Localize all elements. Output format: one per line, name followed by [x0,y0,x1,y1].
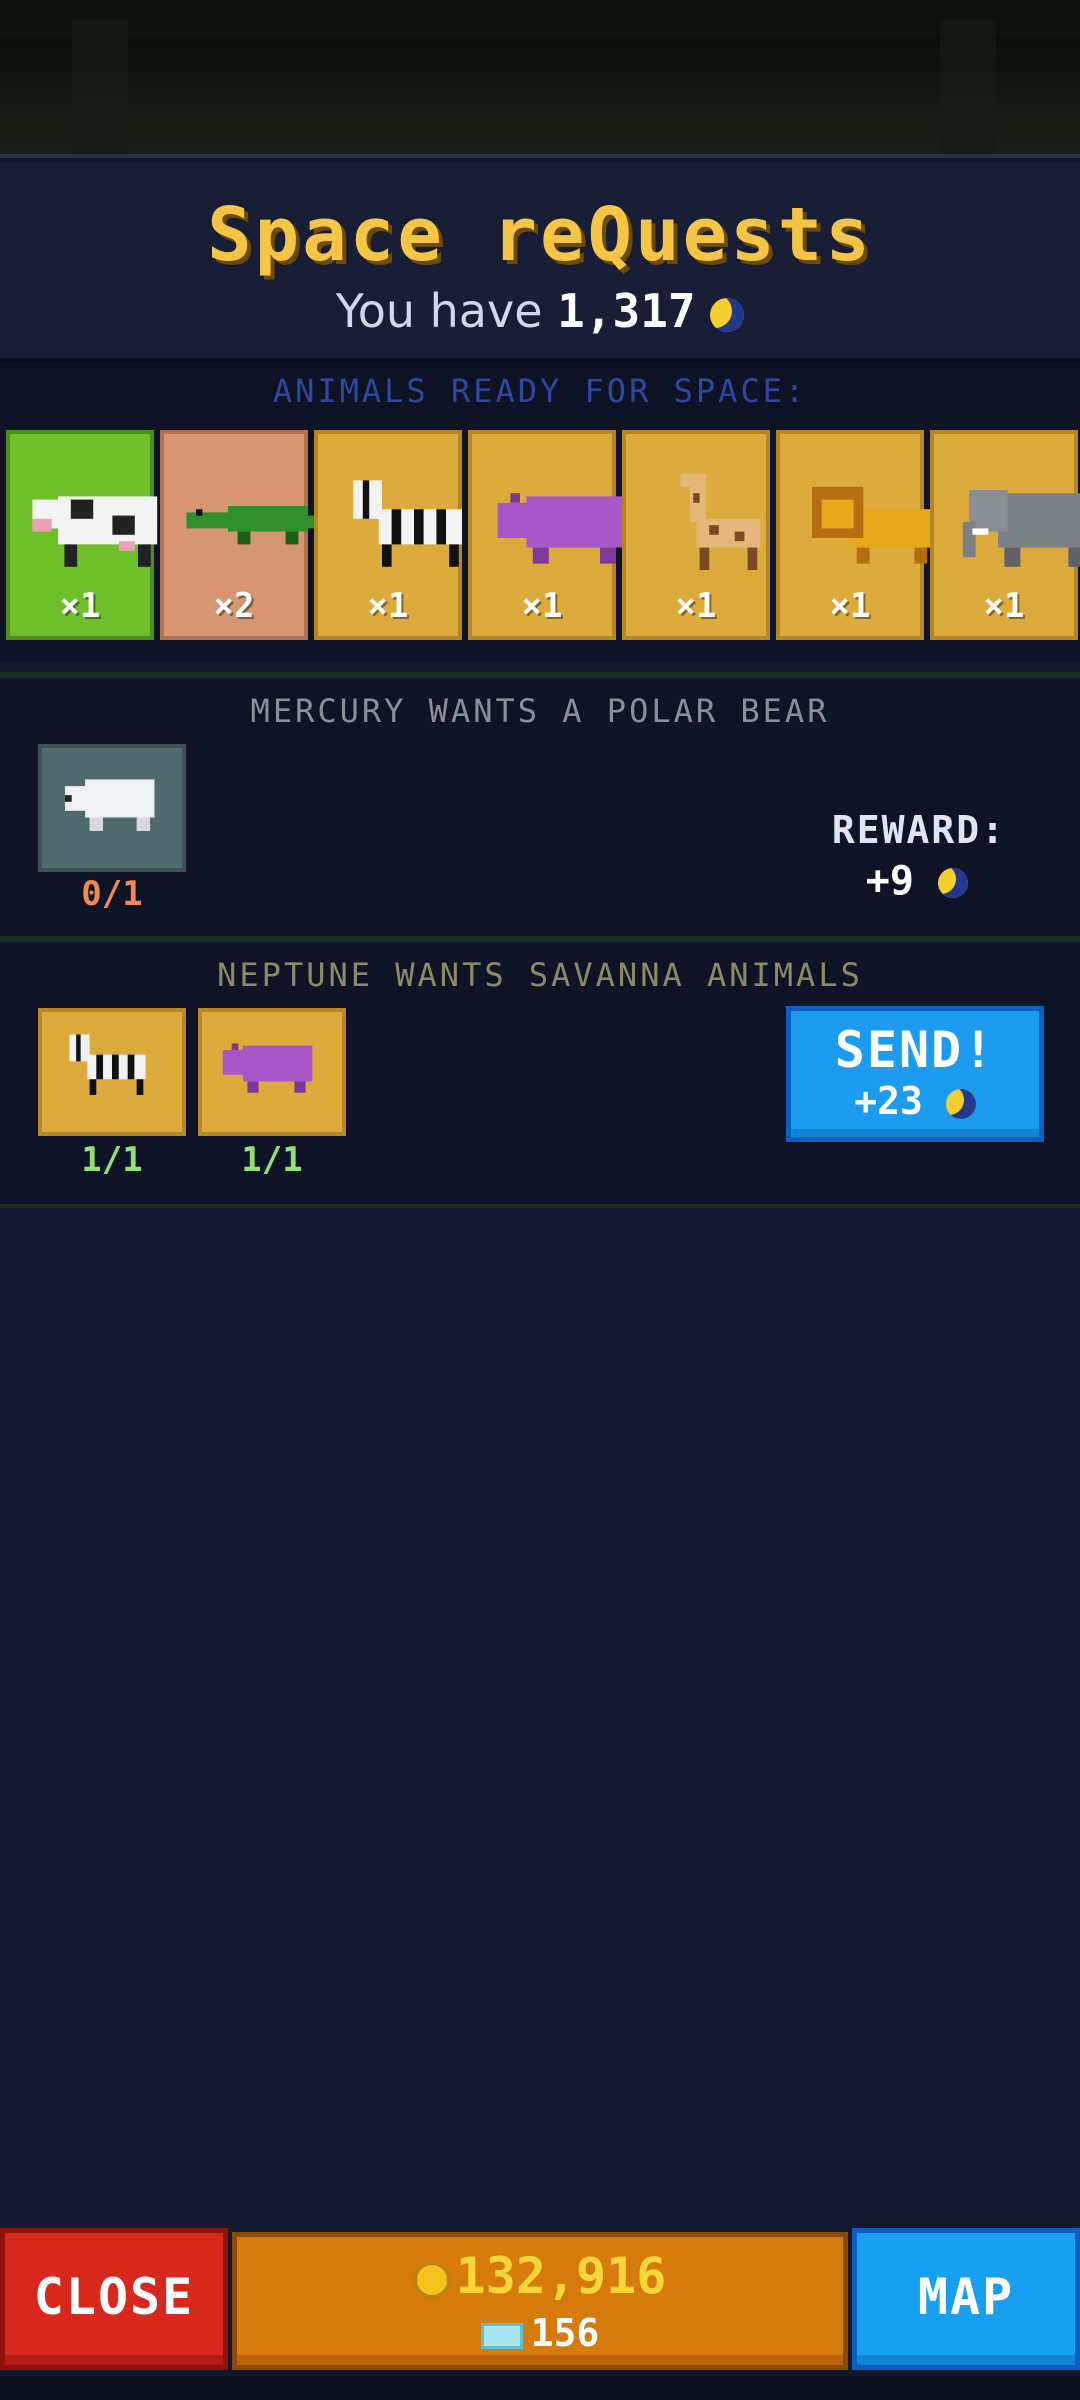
animal-count: ×1 [521,586,563,626]
animal-tile-crocodile[interactable]: ×2 [160,430,334,640]
elephant-icon [962,490,1080,567]
send-reward: +23 [791,1079,1039,1123]
animals-ready-label: ANIMALS READY FOR SPACE: [272,372,808,410]
request-neptune: NEPTUNE WANTS SAVANNA ANIMALS 1/1 1/1 SE… [0,936,1080,1208]
animal-count: ×1 [675,586,717,626]
animal-tile-hippo[interactable]: ×1 [468,430,626,640]
map-button[interactable]: MAP [852,2228,1080,2370]
request-title: NEPTUNE WANTS SAVANNA ANIMALS [217,956,863,994]
moon-token-icon [938,868,968,898]
request-progress: 1/1 [241,1140,303,1180]
coin-balance: 132,916 [237,2247,843,2305]
animal-count: ×1 [983,586,1025,626]
scenery-post [940,20,996,158]
animal-tile-zebra[interactable]: ×1 [314,430,462,640]
animal-count: ×2 [213,586,255,626]
gem-balance: 156 [237,2311,843,2355]
divider [0,154,1080,158]
animal-tile-lion[interactable]: ×1 [776,430,934,640]
scenery-post [72,20,128,158]
send-button[interactable]: SEND! +23 [786,1006,1044,1142]
request-title: MERCURY WANTS A POLAR BEAR [250,692,830,730]
bottom-bar: CLOSE 132,916 156 MAP [0,2228,1080,2378]
balance-prefix: You have [335,284,543,338]
moon-token-icon [710,297,745,332]
request-item-zebra[interactable] [38,1008,186,1136]
animal-count: ×1 [829,586,871,626]
request-progress: 1/1 [81,1140,143,1180]
reward-label: REWARD: [831,808,1006,852]
animal-tile-giraffe[interactable]: ×1 [622,430,770,640]
send-reward-amount: +23 [854,1079,923,1123]
hippo-icon [222,1043,313,1093]
animal-tile-cow[interactable]: ×1 [6,430,158,640]
background-scenery [0,0,1080,158]
request-item-hippo[interactable] [198,1008,346,1136]
send-button-label: SEND! [834,1021,996,1079]
currency-display: 132,916 156 [232,2232,848,2370]
balance-line: You have 1,317 [0,284,1080,338]
polar-bear-icon [64,779,155,831]
gem-ticket-icon [480,2322,523,2349]
coin-icon [413,2261,450,2298]
reward-amount: +9 [865,858,914,904]
gem-amount: 156 [530,2311,600,2355]
coin-amount: 132,916 [455,2247,667,2305]
reward-value: +9 [866,858,968,904]
balance-value: 1,317 [557,284,696,338]
request-item-polar-bear[interactable] [38,744,186,872]
animal-count: ×1 [59,586,101,626]
bottom-edge [0,2376,1080,2400]
page-title: Space reQuests [207,192,873,278]
animal-count: ×1 [367,586,409,626]
request-mercury: MERCURY WANTS A POLAR BEAR 0/1 REWARD: +… [0,672,1080,936]
zebra-icon [69,1034,146,1095]
moon-token-icon [945,1088,976,1119]
animals-ready-strip: ANIMALS READY FOR SPACE: ×1 ×2 ×1 ×1 ×1 … [0,362,1080,662]
request-progress: 0/1 [81,874,143,914]
close-button[interactable]: CLOSE [0,2228,228,2370]
requests-header: Space reQuests You have 1,317 [0,162,1080,362]
animal-tile-elephant[interactable]: ×1 [930,430,1080,640]
